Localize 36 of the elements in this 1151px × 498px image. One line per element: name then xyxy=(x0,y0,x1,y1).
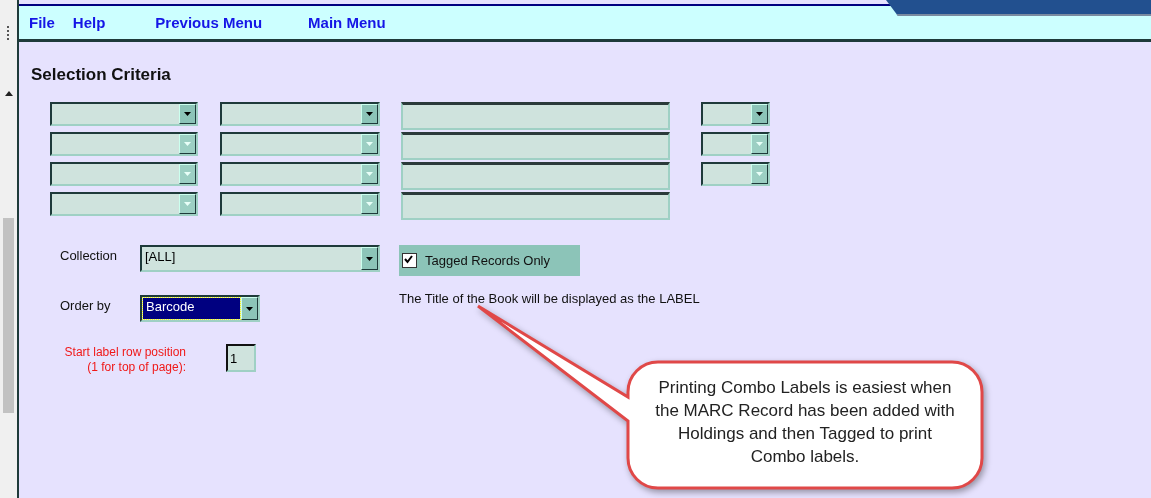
caret-icon xyxy=(366,256,373,261)
text-field[interactable] xyxy=(401,132,670,160)
field-label: Order by xyxy=(60,298,112,313)
note-text: The Title of the Book will be displayed as the LABEL xyxy=(399,291,700,306)
dropdown[interactable] xyxy=(50,192,198,216)
dropdown[interactable] xyxy=(50,102,198,126)
callout-text: Printing Combo Labels is easiest when the MARC Record has been added with Holdings and then Tagged to print Combo labels. xyxy=(654,377,956,468)
dropdown[interactable]: [ALL] xyxy=(140,245,380,272)
dropdown[interactable]: Barcode xyxy=(140,295,260,322)
dropdown[interactable] xyxy=(701,132,770,156)
field-label: Collection xyxy=(60,248,119,263)
dropdown[interactable] xyxy=(220,162,380,186)
checkbox-label: Tagged Records Only xyxy=(425,253,550,268)
text-field[interactable] xyxy=(401,192,670,220)
menu-item[interactable]: Help xyxy=(72,14,106,31)
menu-item[interactable]: Previous Menu xyxy=(155,14,263,31)
input-field[interactable]: 1 xyxy=(226,344,256,372)
grip-icon xyxy=(6,26,11,40)
section-title: Selection Criteria xyxy=(31,65,172,85)
dropdown[interactable] xyxy=(220,192,380,216)
text-field[interactable] xyxy=(401,102,670,130)
checkbox[interactable] xyxy=(402,253,417,268)
dropdown[interactable] xyxy=(701,162,770,186)
menu-item[interactable]: File xyxy=(29,14,55,31)
menu-item[interactable]: Main Menu xyxy=(308,14,386,31)
scrollbar-thumb[interactable] xyxy=(3,218,14,413)
caret-icon xyxy=(246,306,253,311)
dropdown[interactable] xyxy=(701,102,770,126)
dropdown[interactable] xyxy=(50,132,198,156)
scroll-up-icon[interactable] xyxy=(4,90,13,96)
text-field[interactable] xyxy=(401,162,670,190)
scrollbar[interactable] xyxy=(3,90,14,413)
dropdown[interactable] xyxy=(220,102,380,126)
dropdown[interactable] xyxy=(220,132,380,156)
field-label: Start label row position (1 for top of page): xyxy=(63,345,186,375)
dropdown[interactable] xyxy=(50,162,198,186)
